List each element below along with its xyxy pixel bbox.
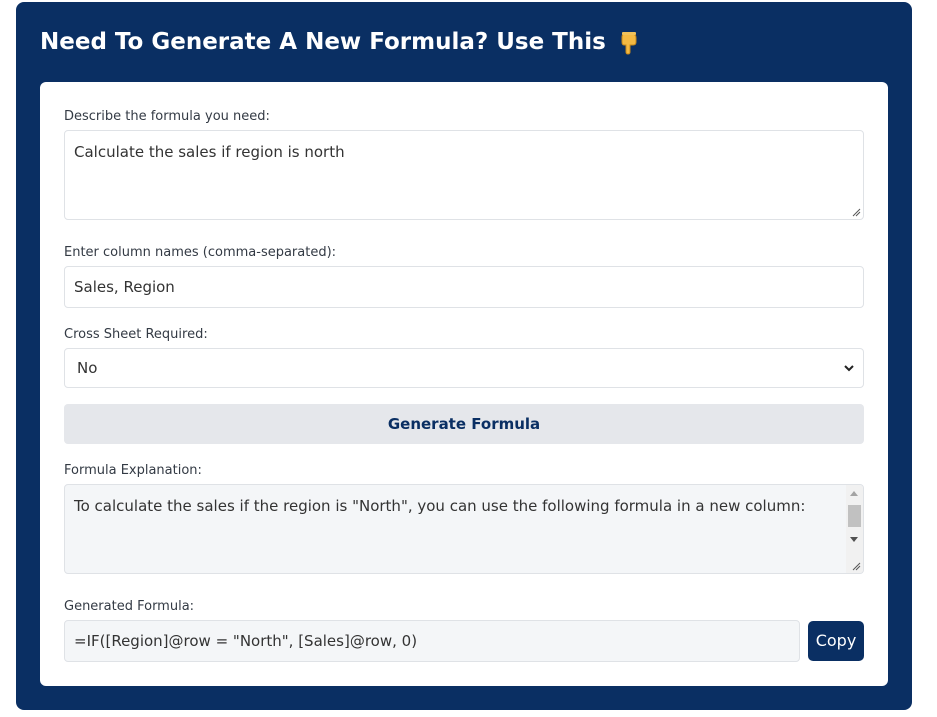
resize-handle-icon[interactable] bbox=[851, 561, 861, 571]
generated-formula-output[interactable]: =IF([Region]@row = "North", [Sales]@row,… bbox=[64, 620, 800, 662]
scroll-up-arrow-icon[interactable] bbox=[850, 491, 858, 496]
formula-generator-panel: Need To Generate A New Formula? Use This… bbox=[16, 2, 912, 710]
page-title-text: Need To Generate A New Formula? Use This bbox=[40, 29, 606, 55]
description-label: Describe the formula you need: bbox=[64, 109, 270, 124]
scroll-thumb[interactable] bbox=[848, 505, 861, 527]
explanation-textarea[interactable]: To calculate the sales if the region is … bbox=[64, 484, 864, 574]
copy-button[interactable]: Copy bbox=[808, 621, 864, 661]
pointing-down-hand-icon bbox=[616, 29, 642, 55]
cross-sheet-label: Cross Sheet Required: bbox=[64, 327, 208, 342]
generate-formula-button[interactable]: Generate Formula bbox=[64, 404, 864, 444]
description-text: Calculate the sales if region is north bbox=[74, 143, 345, 161]
chevron-down-icon bbox=[844, 365, 854, 372]
explanation-label: Formula Explanation: bbox=[64, 463, 202, 478]
explanation-text: To calculate the sales if the region is … bbox=[74, 497, 806, 515]
columns-label: Enter column names (comma-separated): bbox=[64, 245, 337, 260]
form-card: Describe the formula you need: Calculate… bbox=[40, 82, 888, 686]
generated-formula-label: Generated Formula: bbox=[64, 599, 195, 614]
description-textarea[interactable]: Calculate the sales if region is north bbox=[64, 130, 864, 220]
columns-input[interactable]: Sales, Region bbox=[64, 266, 864, 308]
cross-sheet-selected-value: No bbox=[77, 359, 98, 377]
cross-sheet-select[interactable]: No bbox=[64, 348, 864, 388]
explanation-scrollbar[interactable] bbox=[846, 485, 863, 573]
resize-handle-icon[interactable] bbox=[851, 207, 861, 217]
scroll-down-arrow-icon[interactable] bbox=[850, 537, 858, 542]
page-title: Need To Generate A New Formula? Use This bbox=[40, 24, 642, 60]
